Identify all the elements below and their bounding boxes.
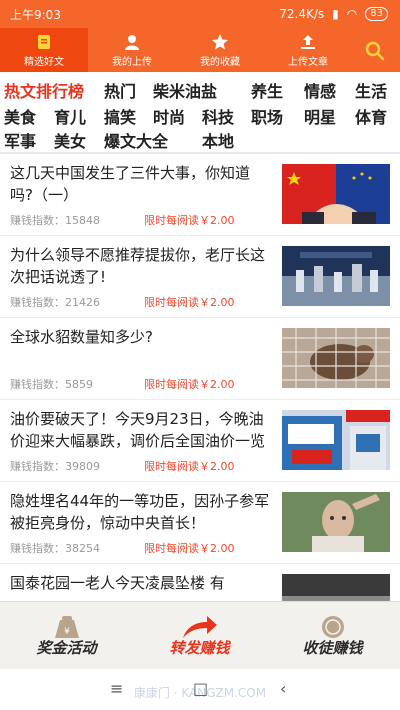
- share-earn-label: 转发赚钱: [169, 639, 230, 657]
- tab-featured-label: 精选好文: [24, 56, 64, 68]
- bottom-action-bar: ¥ 奖金活动 转发赚钱 收徒赚钱: [0, 601, 400, 670]
- home-key[interactable]: □: [193, 679, 208, 698]
- recruit-earn-button[interactable]: 收徒赚钱: [266, 602, 399, 670]
- tab-my-uploads-label: 我的上传: [112, 56, 152, 68]
- earn-index: 赚钱指数：38254: [10, 542, 100, 555]
- thumbnail-flags-handshake: [282, 164, 390, 224]
- list-item[interactable]: 这几天中国发生了三件大事，你知道吗?（一） 赚钱指数：15848 限时每阅读￥2…: [0, 154, 400, 236]
- category-bar: 热文排行榜 热门 柴米油盐 养生 情感 生活 美食 育儿 搞笑 时尚 科技 职场…: [0, 76, 400, 151]
- earn-index: 赚钱指数：39809: [10, 460, 100, 473]
- thumbnail-gas-station: [282, 410, 390, 470]
- earn-index: 赚钱指数：5859: [10, 378, 93, 391]
- category-tech[interactable]: 科技: [202, 104, 234, 128]
- article-title: 国泰花园一老人今天凌晨坠楼 有: [10, 574, 225, 592]
- battery-level: 83: [365, 7, 388, 21]
- reward-label: 限时每阅读￥2.00: [144, 296, 235, 309]
- star-icon: [212, 33, 228, 49]
- category-fashion[interactable]: 时尚: [153, 104, 185, 128]
- article-title: 为什么领导不愿推荐提拔你，老厅长这次把话说透了!: [10, 246, 266, 286]
- list-item[interactable]: 国泰花园一老人今天凌晨坠楼 有: [0, 564, 400, 601]
- category-funny[interactable]: 搞笑: [104, 104, 136, 128]
- list-item[interactable]: 全球水貂数量知多少? 赚钱指数：5859 限时每阅读￥2.00: [0, 318, 400, 400]
- category-popular[interactable]: 热门: [104, 78, 136, 102]
- earn-index: 赚钱指数：15848: [10, 214, 100, 227]
- share-earn-button[interactable]: 转发赚钱: [133, 602, 266, 670]
- upload-icon: [301, 34, 315, 49]
- reward-label: 限时每阅读￥2.00: [144, 542, 235, 555]
- article-list: 这几天中国发生了三件大事，你知道吗?（一） 赚钱指数：15848 限时每阅读￥2…: [0, 154, 400, 601]
- bonus-activity-button[interactable]: ¥ 奖金活动: [0, 602, 133, 670]
- network-speed: 72.4K/s: [279, 7, 325, 21]
- menu-key[interactable]: ≡: [110, 679, 123, 698]
- category-sports[interactable]: 体育: [355, 104, 387, 128]
- thumbnail-old-soldier: [282, 492, 390, 552]
- person-icon: [125, 34, 139, 50]
- list-item[interactable]: 为什么领导不愿推荐提拔你，老厅长这次把话说透了! 赚钱指数：21426 限时每阅…: [0, 236, 400, 318]
- article-title: 油价要破天了！今天9月23日，今晚油价迎来大幅暴跌，调价后全国油价一览: [10, 410, 266, 450]
- category-local[interactable]: 本地: [202, 128, 234, 152]
- search-icon[interactable]: [364, 40, 386, 62]
- article-title: 这几天中国发生了三件大事，你知道吗?（一）: [10, 164, 251, 204]
- reward-label: 限时每阅读￥2.00: [144, 378, 235, 391]
- category-life[interactable]: 生活: [355, 78, 387, 102]
- category-health[interactable]: 养生: [251, 78, 283, 102]
- earn-index: 赚钱指数：21426: [10, 296, 100, 309]
- system-navigation-bar: 康康门 · KANGZM.COM ≡ □ ‹: [0, 669, 400, 710]
- category-beauty[interactable]: 美女: [54, 128, 86, 152]
- category-celebrity[interactable]: 明星: [304, 104, 336, 128]
- back-key[interactable]: ‹: [280, 679, 286, 698]
- reward-label: 限时每阅读￥2.00: [144, 214, 235, 227]
- status-bar: 上午9:03 72.4K/s ▮ ◠ 83: [0, 0, 400, 28]
- top-navigation: 精选好文 我的上传 我的收藏 上传文章: [0, 28, 400, 72]
- thumbnail-chess: [282, 246, 390, 306]
- tab-my-uploads[interactable]: 我的上传: [88, 28, 176, 72]
- tab-upload-article[interactable]: 上传文章: [264, 28, 352, 72]
- article-title: 隐姓埋名44年的一等功臣，因孙子参军被拒亮身份，惊动中央首长！: [10, 492, 270, 532]
- tab-favorites-label: 我的收藏: [200, 56, 240, 68]
- tab-featured[interactable]: 精选好文: [0, 28, 88, 72]
- thumbnail-mink-cage: [282, 328, 390, 388]
- article-title: 全球水貂数量知多少?: [10, 328, 153, 346]
- wifi-icon: ◠: [346, 7, 358, 21]
- category-emotion[interactable]: 情感: [304, 78, 336, 102]
- tab-upload-article-label: 上传文章: [288, 56, 328, 68]
- list-item[interactable]: 隐姓埋名44年的一等功臣，因孙子参军被拒亮身份，惊动中央首长！ 赚钱指数：382…: [0, 482, 400, 564]
- thumbnail-building: [282, 574, 390, 601]
- document-icon: [38, 34, 50, 49]
- category-career[interactable]: 职场: [251, 104, 283, 128]
- category-viral[interactable]: 爆文大全: [104, 128, 168, 152]
- category-food[interactable]: 美食: [4, 104, 36, 128]
- category-military[interactable]: 军事: [4, 128, 36, 152]
- clock: 上午9:03: [10, 7, 61, 22]
- list-item[interactable]: 油价要破天了！今天9月23日，今晚油价迎来大幅暴跌，调价后全国油价一览 赚钱指数…: [0, 400, 400, 482]
- category-parenting[interactable]: 育儿: [54, 104, 86, 128]
- signal-icon: ▮: [332, 7, 339, 21]
- tab-favorites[interactable]: 我的收藏: [176, 28, 264, 72]
- category-daily-life[interactable]: 柴米油盐: [153, 78, 217, 102]
- recruit-earn-label: 收徒赚钱: [302, 639, 363, 657]
- svg-text:¥: ¥: [64, 627, 70, 637]
- category-hot-ranking[interactable]: 热文排行榜: [4, 78, 84, 102]
- reward-label: 限时每阅读￥2.00: [144, 460, 235, 473]
- bonus-activity-label: 奖金活动: [36, 639, 97, 657]
